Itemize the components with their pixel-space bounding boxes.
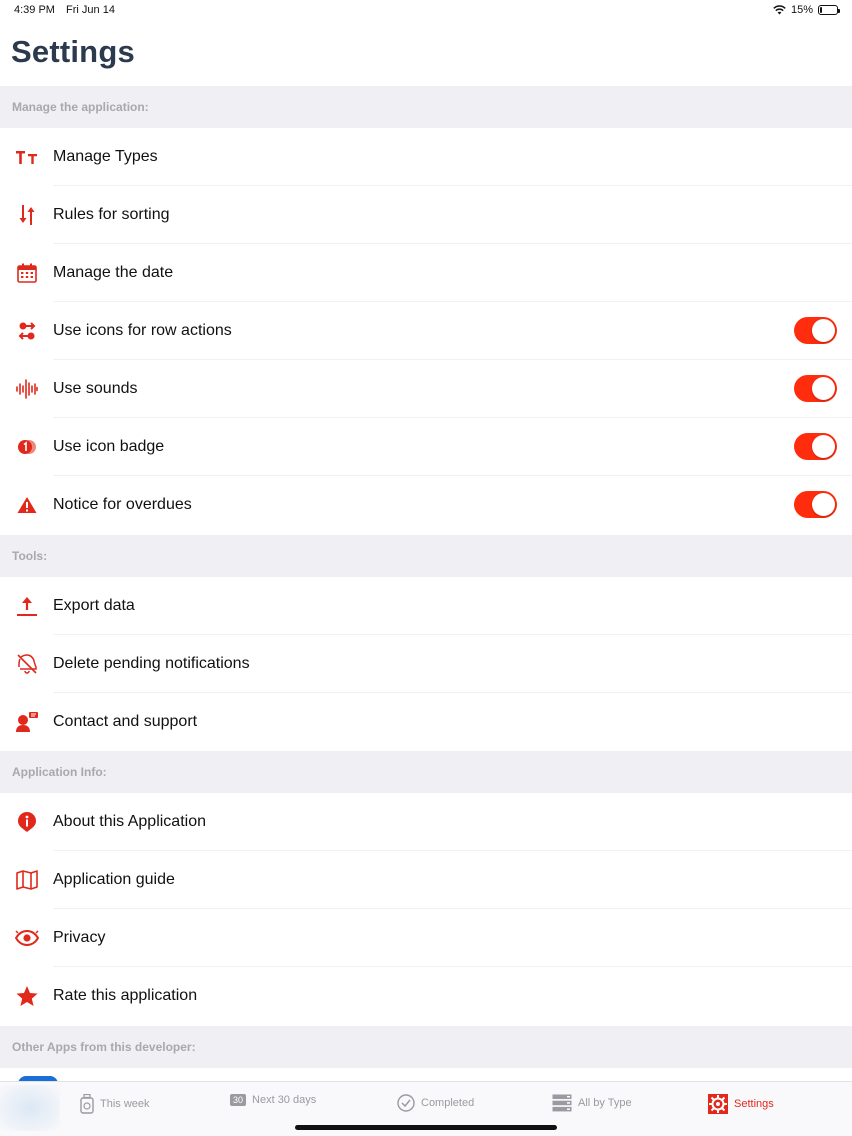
section-header-tools: Tools: — [0, 535, 852, 577]
row-manage-types[interactable]: Manage Types — [0, 128, 852, 186]
row-label: Delete pending notifications — [53, 655, 250, 672]
row-label: Notice for overdues — [53, 496, 192, 513]
status-date: Fri Jun 14 — [66, 4, 115, 16]
row-label: Application guide — [53, 871, 175, 888]
overdues-toggle[interactable] — [794, 491, 837, 518]
warning-icon — [15, 493, 39, 517]
row-manage-date[interactable]: Manage the date — [0, 244, 852, 302]
gear-icon — [708, 1094, 728, 1114]
page-title: Settings — [11, 34, 135, 69]
section-header-info: Application Info: — [0, 751, 852, 793]
row-label: Contact and support — [53, 713, 198, 730]
row-label: Use icon badge — [53, 438, 165, 455]
row-label: Manage Types — [53, 148, 158, 165]
tab-this-week[interactable]: This week — [80, 1094, 150, 1114]
swap-actions-icon — [15, 319, 39, 343]
row-label: Export data — [53, 597, 135, 614]
badge-icon — [15, 435, 39, 459]
row-label: About this Application — [53, 813, 206, 830]
row-about[interactable]: About this Application — [0, 793, 852, 851]
wifi-icon — [773, 5, 786, 15]
row-export[interactable]: Export data — [0, 577, 852, 635]
home-indicator — [295, 1125, 557, 1130]
row-contact[interactable]: Contact and support — [0, 693, 852, 751]
tab-settings[interactable]: Settings — [708, 1094, 774, 1114]
stack-list-icon — [552, 1094, 572, 1112]
row-label: Rate this application — [53, 987, 198, 1004]
battery-icon — [818, 5, 840, 15]
section-header-manage: Manage the application: — [0, 86, 852, 128]
status-time: 4:39 PM — [14, 4, 55, 16]
row-label: Privacy — [53, 929, 106, 946]
status-bar: 4:39 PM Fri Jun 14 15% — [0, 0, 852, 22]
calendar-30-icon: 30 — [230, 1094, 247, 1106]
section-header-other-apps: Other Apps from this developer: — [0, 1026, 852, 1068]
row-rate[interactable]: Rate this application — [0, 967, 852, 1025]
check-circle-icon — [397, 1094, 415, 1112]
row-privacy[interactable]: Privacy — [0, 909, 852, 967]
support-chat-icon — [15, 710, 39, 734]
row-guide[interactable]: Application guide — [0, 851, 852, 909]
row-label: Use sounds — [53, 380, 138, 397]
battery-percent: 15% — [790, 4, 813, 16]
row-actions-toggle[interactable] — [794, 317, 837, 344]
sort-arrows-icon — [15, 203, 39, 227]
row-row-actions[interactable]: Use icons for row actions — [0, 302, 852, 360]
star-icon — [15, 984, 39, 1008]
tab-completed[interactable]: Completed — [397, 1094, 474, 1112]
battery-level — [820, 7, 822, 13]
sounds-toggle[interactable] — [794, 375, 837, 402]
sound-wave-icon — [15, 377, 39, 401]
row-delete-notifications[interactable]: Delete pending notifications — [0, 635, 852, 693]
export-upload-icon — [15, 594, 39, 618]
row-sounds[interactable]: Use sounds — [0, 360, 852, 418]
row-label: Manage the date — [53, 264, 174, 281]
tab-all-by-type[interactable]: All by Type — [552, 1094, 632, 1112]
row-overdues[interactable]: Notice for overdues — [0, 476, 852, 534]
row-label: Rules for sorting — [53, 206, 170, 223]
row-icon-badge[interactable]: Use icon badge — [0, 418, 852, 476]
tab-next-30-days[interactable]: 30 Next 30 days — [230, 1094, 316, 1106]
stopwatch-icon — [80, 1094, 94, 1114]
row-label: Use icons for row actions — [53, 322, 232, 339]
map-guide-icon — [15, 868, 39, 892]
text-type-icon — [15, 145, 39, 169]
badge-toggle[interactable] — [794, 433, 837, 460]
eye-icon — [15, 926, 39, 950]
row-rules-sorting[interactable]: Rules for sorting — [0, 186, 852, 244]
info-icon — [15, 810, 39, 834]
notification-off-icon — [15, 652, 39, 676]
calendar-icon — [15, 261, 39, 285]
